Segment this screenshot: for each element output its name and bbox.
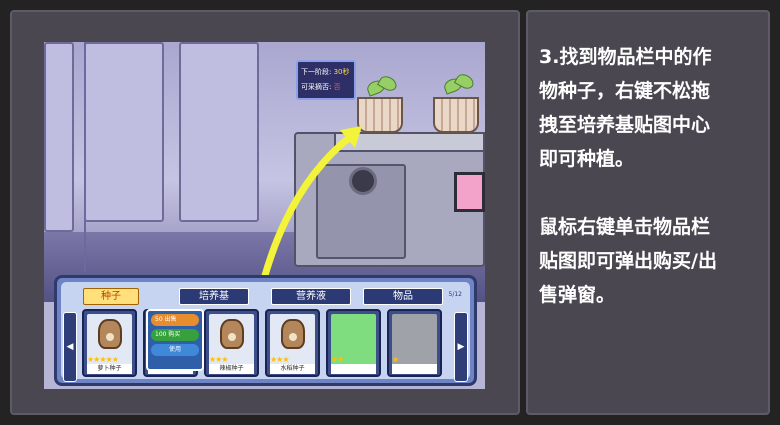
buy-button[interactable]: 100 购买: [151, 329, 199, 341]
inventory-slot[interactable]: ★: [387, 309, 442, 377]
tab-items[interactable]: 物品: [363, 288, 443, 305]
slot-name: 水稻种子: [270, 364, 315, 374]
rarity-stars: ★★★: [209, 355, 228, 364]
use-button[interactable]: 使用: [151, 344, 199, 356]
inventory-body: 种子 培养基 营养液 物品 5/12 ◀ ▶ ★★★★★ 萝卜种子 ★★★★★ …: [61, 282, 470, 382]
guide-line: 贴图即可弹出购买/出: [539, 250, 717, 272]
seed-bag-icon: [220, 319, 244, 349]
page-indicator: 5/12: [448, 291, 462, 298]
rarity-stars: ★★: [331, 355, 344, 364]
inventory-panel: 种子 培养基 营养液 物品 5/12 ◀ ▶ ★★★★★ 萝卜种子 ★★★★★ …: [54, 275, 477, 386]
slot-name: 萝卜种子: [87, 364, 132, 374]
slot-name: [392, 364, 437, 374]
item-context-menu: 50 出售 100 购买 使用: [146, 309, 204, 371]
next-page-button[interactable]: ▶: [454, 312, 468, 382]
sell-button[interactable]: 50 出售: [151, 314, 199, 326]
guide-line: 物种子，右键不松拖: [539, 80, 711, 102]
prev-page-button[interactable]: ◀: [63, 312, 77, 382]
seed-bag-icon: [98, 319, 122, 349]
inventory-slot[interactable]: ★★★ 辣椒种子: [204, 309, 259, 377]
guide-line: 鼠标右键单击物品栏: [539, 216, 711, 238]
slot-name: 辣椒种子: [209, 364, 254, 374]
inventory-slot[interactable]: ★★★ 水稻种子: [265, 309, 320, 377]
tab-nutrient-solution[interactable]: 营养液: [271, 288, 351, 305]
tab-seeds[interactable]: 种子: [83, 288, 139, 305]
inventory-slot[interactable]: ★★★★★ 萝卜种子: [82, 309, 137, 377]
rarity-stars: ★★★★★: [87, 355, 119, 364]
guide-line: 拽至培养基贴图中心: [539, 114, 711, 136]
tab-culture-medium[interactable]: 培养基: [179, 288, 249, 305]
guide-line: 售弹窗。: [539, 284, 616, 306]
slot-name: [331, 364, 376, 374]
seed-bag-icon: [281, 319, 305, 349]
rarity-stars: ★: [392, 355, 399, 364]
guide-text: 3.找到物品栏中的作 物种子，右键不松拖 拽至培养基贴图中心 即可种植。 鼠标右…: [539, 40, 764, 312]
game-screenshot: 下一阶段: 30秒 可采摘否: 否 种子 培养基 营养液 物品 5/12 ◀ ▶…: [44, 42, 485, 389]
rarity-stars: ★★★: [270, 355, 289, 364]
inventory-slot[interactable]: ★★: [326, 309, 381, 377]
guide-line: 3.找到物品栏中的作: [539, 46, 712, 68]
guide-line: 即可种植。: [539, 148, 635, 170]
